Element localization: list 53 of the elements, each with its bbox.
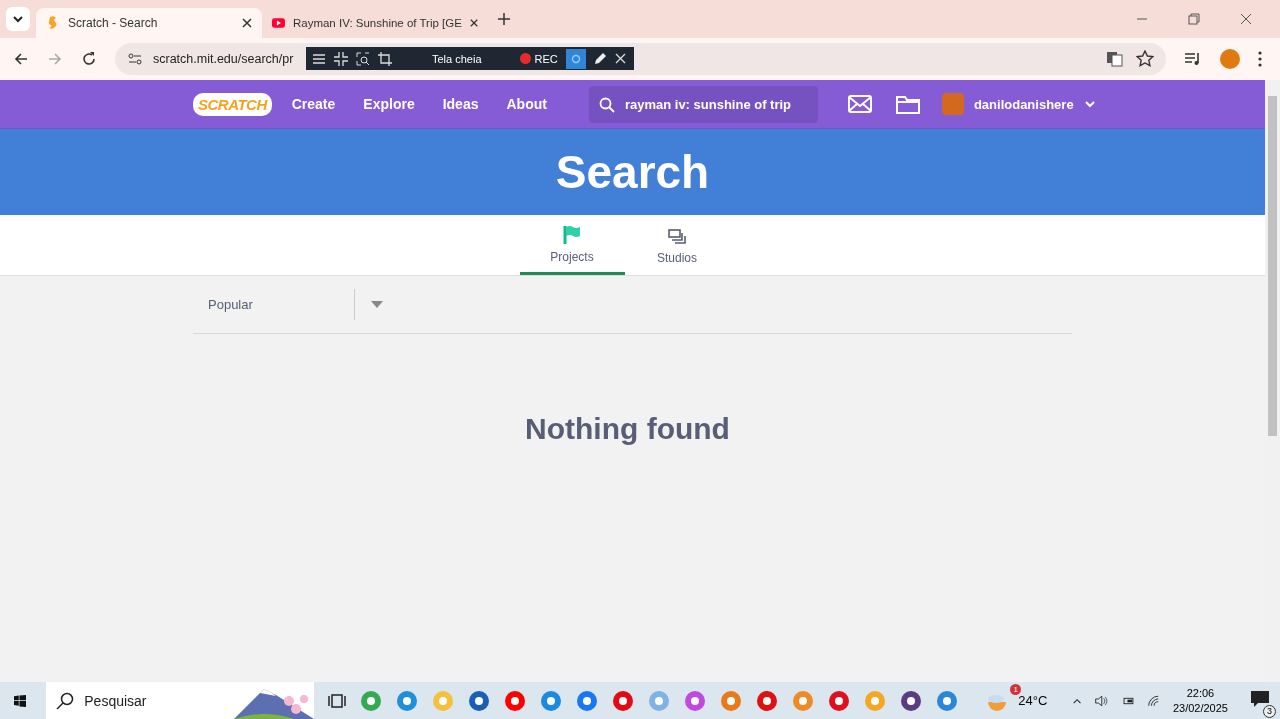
browser-tab[interactable]: Rayman IV: Sunshine of Trip [GE	[262, 8, 488, 38]
restore-icon[interactable]	[1188, 13, 1200, 25]
search-icon	[598, 96, 615, 113]
weather-badge: 1	[1010, 683, 1022, 695]
nav-link[interactable]: About	[506, 96, 547, 112]
close-icon[interactable]	[1240, 13, 1252, 25]
temperature: 24°C	[1018, 693, 1048, 708]
tab[interactable]: Studios	[624, 215, 730, 275]
nav-link[interactable]: Explore	[363, 96, 415, 112]
shrink-icon[interactable]	[334, 51, 348, 66]
close-icon[interactable]	[242, 18, 252, 28]
new-tab-icon[interactable]	[498, 13, 510, 25]
scrollbar[interactable]	[1265, 80, 1280, 682]
crop-icon[interactable]	[378, 51, 392, 66]
profile-avatar[interactable]	[1220, 49, 1240, 69]
search-field[interactable]: rayman iv: sunshine of trip	[588, 85, 818, 123]
task-view-icon[interactable]	[328, 691, 347, 710]
capture-mode-label[interactable]: Tela cheia	[432, 52, 482, 65]
browser-tab[interactable]: Scratch - Search	[36, 8, 262, 38]
translate-icon[interactable]	[1106, 50, 1124, 68]
record-button[interactable]: REC	[519, 52, 558, 65]
search-icon	[56, 692, 75, 710]
chevron-down-icon[interactable]	[1083, 99, 1096, 109]
username[interactable]: danilodanishere	[973, 96, 1074, 112]
caret-icon	[370, 300, 384, 309]
star-icon[interactable]	[1136, 50, 1154, 68]
clock[interactable]: 22:06 23/02/2025	[1172, 685, 1228, 716]
tab-list-button[interactable]	[6, 7, 30, 31]
camera-button[interactable]	[565, 48, 586, 69]
notifications-icon[interactable]	[1250, 689, 1270, 708]
stacked-windows-icon	[667, 228, 687, 246]
pencil-icon[interactable]	[593, 52, 607, 65]
nav-link[interactable]: Ideas	[442, 96, 479, 112]
menu-icon[interactable]	[312, 52, 326, 65]
tab-title: Rayman IV: Sunshine of Trip [GE	[292, 17, 462, 29]
tab[interactable]: Projects	[519, 215, 625, 275]
notification-count: 3	[1263, 704, 1276, 718]
zoom-region-icon[interactable]	[356, 51, 370, 66]
sort-dropdown[interactable]: Popular	[193, 289, 384, 320]
menu-icon[interactable]	[1258, 51, 1262, 67]
tab-title: Scratch - Search	[68, 16, 159, 30]
flag-icon	[562, 225, 582, 245]
nav-link[interactable]: Create	[291, 96, 336, 112]
camera-icon	[569, 53, 582, 64]
chevron-down-icon	[12, 13, 24, 25]
media-control-icon[interactable]	[1184, 50, 1202, 68]
reload-icon[interactable]	[81, 51, 97, 67]
close-icon[interactable]	[469, 18, 478, 28]
page-title: Search	[555, 145, 710, 199]
chevron-up-icon[interactable]	[1073, 696, 1082, 705]
empty-results-message: Nothing found	[524, 412, 731, 446]
site-settings-icon[interactable]	[127, 51, 143, 67]
back-icon[interactable]	[13, 51, 29, 67]
